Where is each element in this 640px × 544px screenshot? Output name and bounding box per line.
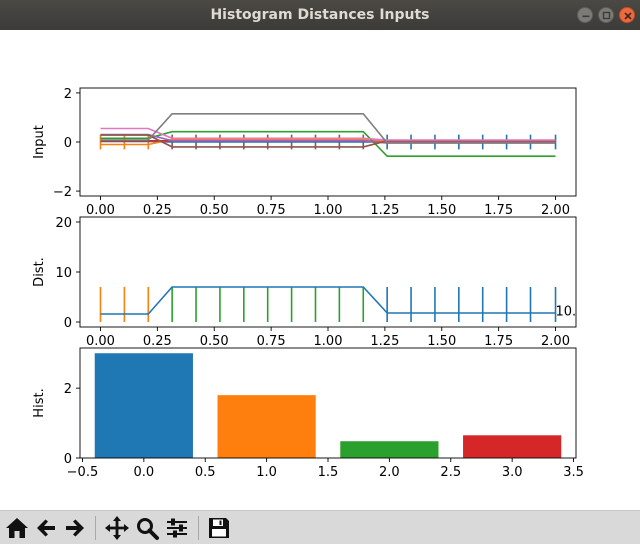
series-line <box>100 130 556 157</box>
series-line <box>100 127 556 141</box>
histogram-bar <box>463 435 562 458</box>
x-tick-label: 1.0 <box>256 465 277 480</box>
move-icon[interactable] <box>104 515 130 541</box>
x-tick-label: 0.0 <box>133 465 154 480</box>
y-tick-label: 2 <box>64 87 72 102</box>
histogram-bar <box>94 353 193 458</box>
y-tick-label: 0 <box>64 452 72 467</box>
minimize-icon[interactable] <box>577 7 593 23</box>
figure-canvas: 0.00 0.25 0.50 0.75 1.00 1.25 1.50 1.75 2.00−202… <box>32 87 584 480</box>
app-window: Histogram Distances Inputs 0.00 0.25 0.50 0… <box>0 0 640 544</box>
x-tick-label: 3.0 <box>502 465 523 480</box>
histogram-axes: −0.5 0.0 0.5 1.0 1.5 2.0 2.5 3.0 3.5 0 2 Hist. <box>32 347 584 480</box>
arrow-right-icon[interactable] <box>62 515 88 541</box>
axes-frame <box>79 216 577 328</box>
magnifier-icon[interactable] <box>134 515 160 541</box>
y-tick-label: 2 <box>64 382 72 397</box>
input-axes: 0.00 0.25 0.50 0.75 1.00 1.25 1.50 1.75 2.00 −2 0 2… <box>32 87 577 218</box>
x-tick-label: 1.5 <box>318 465 339 480</box>
x-tick-label: 0.25 <box>143 334 172 349</box>
x-tick-label: 1.75 <box>484 334 513 349</box>
y-axis-label: Input <box>32 125 47 159</box>
x-tick-label: 0.00 <box>86 203 115 218</box>
y-axis-label: Dist. <box>32 257 47 287</box>
arrow-left-icon[interactable] <box>33 515 59 541</box>
x-tick-label: 0.00 <box>86 334 115 349</box>
home-icon[interactable] <box>4 515 30 541</box>
y-tick-label: 10 <box>55 266 72 281</box>
x-tick-label: 1.00 <box>314 203 343 218</box>
floppy-disk-icon[interactable] <box>206 515 232 541</box>
x-tick-label: 0.25 <box>143 203 172 218</box>
x-tick-label: 1.50 <box>427 334 456 349</box>
maximize-icon[interactable] <box>598 7 614 23</box>
toolbar-separator <box>95 516 96 540</box>
x-tick-label: 1.00 <box>314 334 343 349</box>
window-title: Histogram Distances Inputs <box>210 7 430 23</box>
navigation-toolbar <box>0 510 640 544</box>
y-axis-label: Hist. <box>32 388 47 417</box>
x-tick-label: 2.5 <box>440 465 461 480</box>
y-tick-label: −2 <box>53 185 72 200</box>
close-icon[interactable] <box>619 7 635 23</box>
x-tick-label: 3.5 <box>563 465 584 480</box>
x-tick-label: 0.75 <box>257 203 286 218</box>
y-tick-label: 20 <box>55 216 72 231</box>
sliders-icon[interactable] <box>164 515 190 541</box>
x-tick-label: 0.50 <box>200 203 229 218</box>
x-tick-label: 2.00 <box>541 334 570 349</box>
y-tick-label: 0 <box>64 316 72 331</box>
distance-axes: 0.00 0.25 0.50 0.75 1.00 1.25 1.50 1.75 2.00 0 10 2… <box>32 216 577 349</box>
data-annotation: 10. <box>556 305 577 320</box>
x-tick-label: 2.00 <box>541 203 570 218</box>
series-line <box>100 286 556 315</box>
x-tick-label: 1.50 <box>427 203 456 218</box>
toolbar-separator <box>198 516 199 540</box>
y-tick-label: 0 <box>64 136 72 151</box>
title-bar: Histogram Distances Inputs <box>0 0 640 30</box>
x-tick-label: 0.50 <box>200 334 229 349</box>
histogram-bar <box>217 395 316 458</box>
x-tick-label: 0.5 <box>195 465 216 480</box>
x-tick-label: 1.75 <box>484 203 513 218</box>
x-tick-label: 2.0 <box>379 465 400 480</box>
histogram-bar <box>340 441 439 458</box>
x-tick-label: −0.5 <box>67 465 99 480</box>
x-tick-label: 1.25 <box>370 334 399 349</box>
x-tick-label: 0.75 <box>257 334 286 349</box>
x-tick-label: 1.25 <box>370 203 399 218</box>
